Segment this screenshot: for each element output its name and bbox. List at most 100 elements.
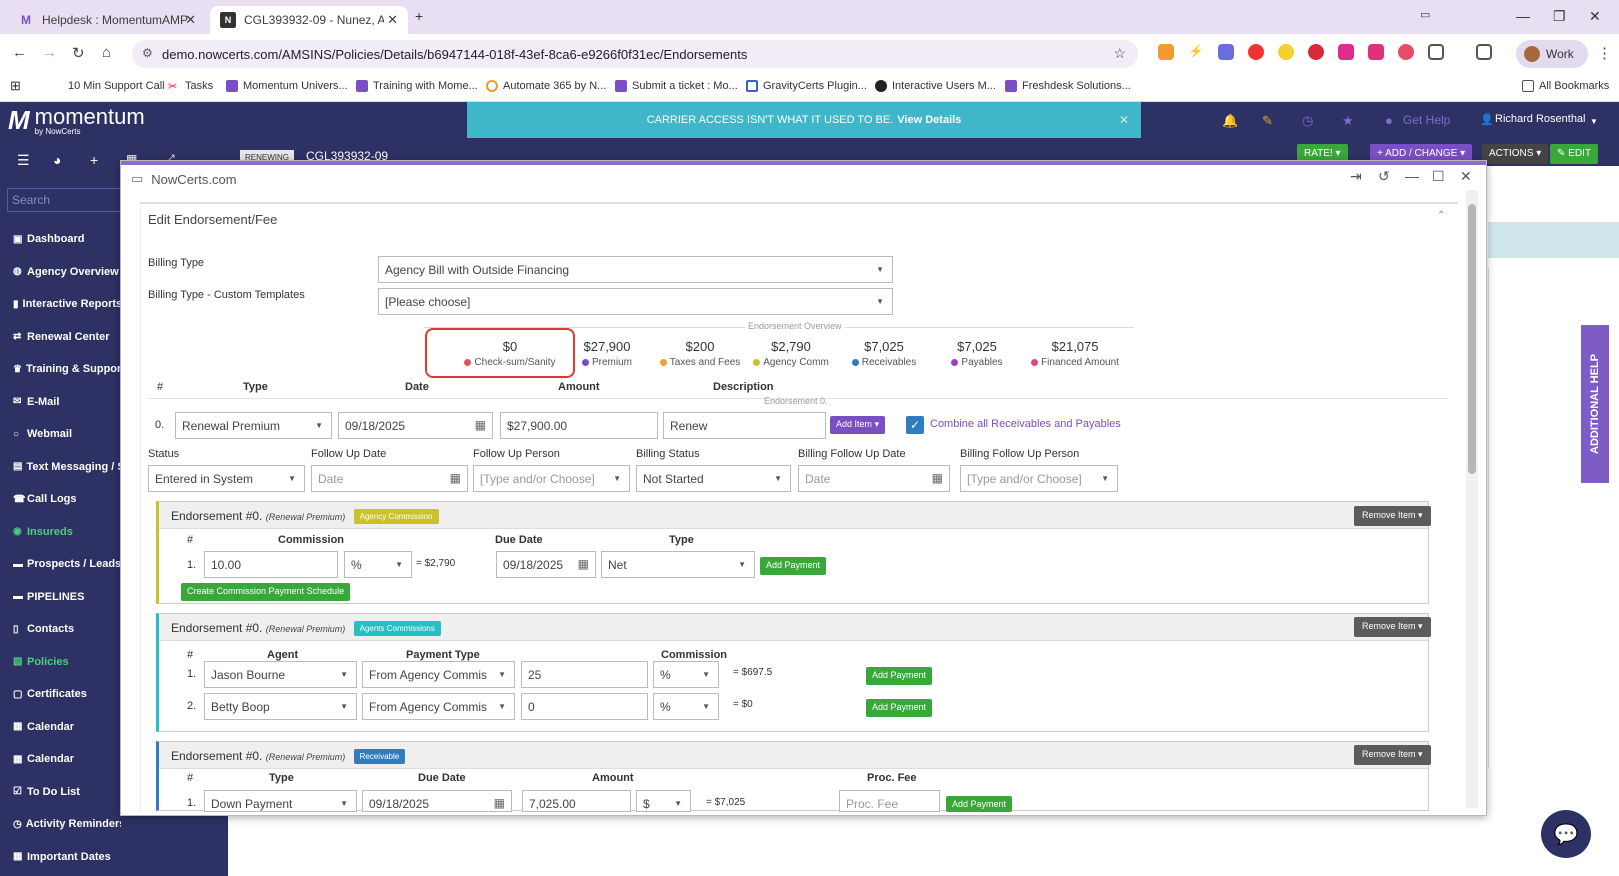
- sidebar-item-renewal-center[interactable]: ⇄ Renewal Center: [13, 331, 121, 343]
- combine-label[interactable]: Combine all Receivables and Payables: [930, 418, 1121, 430]
- user-menu[interactable]: Richard Rosenthal: [1495, 113, 1586, 125]
- extension-icon[interactable]: [1368, 44, 1384, 60]
- pin-icon[interactable]: ⇥: [1350, 168, 1362, 185]
- date-input[interactable]: 09/18/2025 ▦: [338, 412, 493, 439]
- add-item-button[interactable]: Add Item ▾: [830, 416, 886, 434]
- add-payment-button[interactable]: Add Payment: [760, 557, 827, 575]
- window-close-icon[interactable]: ✕: [1589, 8, 1601, 25]
- extension-icon[interactable]: [1278, 44, 1294, 60]
- reload-icon[interactable]: ↻: [72, 44, 85, 62]
- help-icon[interactable]: ●: [1385, 113, 1393, 128]
- home-icon[interactable]: ⌂: [102, 44, 111, 61]
- receivable-due-input[interactable]: 09/18/2025 ▦: [362, 790, 512, 812]
- remove-item-button[interactable]: Remove Item ▾: [1354, 506, 1431, 526]
- bookmark-item[interactable]: Training with Mome...: [356, 80, 478, 92]
- bookmark-item[interactable]: Freshdesk Solutions...: [1005, 80, 1131, 92]
- agent-select[interactable]: Betty Boop ▼: [204, 693, 357, 720]
- create-schedule-button[interactable]: Create Commission Payment Schedule: [181, 583, 351, 601]
- momentum-logo[interactable]: M momentum by NowCerts: [8, 106, 145, 136]
- sidebar-item-important-dates[interactable]: ▦ Important Dates: [13, 851, 121, 863]
- modal-scrollbar[interactable]: [1466, 190, 1478, 808]
- bookmark-star-icon[interactable]: ☆: [1113, 45, 1126, 62]
- additional-help-tab[interactable]: ADDITIONAL HELP: [1581, 325, 1609, 483]
- scrollbar-thumb[interactable]: [1468, 204, 1476, 474]
- chat-icon[interactable]: 💬: [1541, 810, 1591, 858]
- sidebar-item-agency-overview[interactable]: ◍ Agency Overview: [13, 266, 121, 278]
- all-bookmarks[interactable]: All Bookmarks: [1522, 80, 1609, 92]
- banner-close-icon[interactable]: ✕: [1119, 113, 1129, 127]
- sidebar-item-certificates[interactable]: ▢ Certificates: [13, 688, 121, 700]
- bookmark-item[interactable]: Automate 365 by N...: [486, 80, 606, 92]
- extension-icon[interactable]: [1248, 44, 1264, 60]
- site-info-icon[interactable]: ⚙: [142, 46, 153, 60]
- sidebar-search-input[interactable]: Search: [7, 188, 121, 212]
- amount-input[interactable]: $27,900.00: [500, 412, 658, 439]
- close-tab-icon[interactable]: ✕: [387, 12, 398, 28]
- new-tab-icon[interactable]: +: [415, 8, 423, 24]
- tab-search-icon[interactable]: ▭: [1420, 8, 1430, 21]
- sidebar-item-dashboard[interactable]: ▣ Dashboard: [13, 233, 121, 245]
- actions-button[interactable]: ACTIONS ▾: [1482, 144, 1549, 164]
- minimize-icon[interactable]: —: [1405, 168, 1419, 184]
- back-icon[interactable]: ←: [12, 44, 27, 61]
- sidebar-item-webmail[interactable]: ○ Webmail: [13, 428, 121, 440]
- commission-unit-select[interactable]: % ▼: [344, 551, 412, 578]
- billing-followup-date-input[interactable]: Date ▦: [798, 465, 950, 492]
- close-icon[interactable]: ✕: [1460, 168, 1472, 185]
- sidebar-item-e-mail[interactable]: ✉ E-Mail: [13, 396, 121, 408]
- sidebar-item-interactive-reports[interactable]: ▮ Interactive Reports: [13, 298, 121, 310]
- agent-commission-input[interactable]: 0: [521, 693, 648, 720]
- sidebar-item-training-support[interactable]: ♛ Training & Support: [13, 363, 121, 375]
- due-date-input[interactable]: 09/18/2025 ▦: [496, 551, 596, 578]
- bookmark-item[interactable]: GravityCerts Plugin...: [746, 80, 867, 92]
- sidebar-item-policies[interactable]: ▧ Policies: [13, 656, 121, 668]
- sidebar-item-calendar[interactable]: ▦ Calendar: [13, 721, 121, 733]
- restore-icon[interactable]: ❐: [1553, 8, 1566, 25]
- extension-icon[interactable]: [1308, 44, 1324, 60]
- bookmark-item[interactable]: 10 Min Support Call: [68, 80, 165, 92]
- add-payment-button[interactable]: Add Payment: [866, 667, 933, 685]
- billing-templates-select[interactable]: [Please choose] ▼: [378, 288, 893, 315]
- bookmark-item[interactable]: ✂ Tasks: [168, 80, 213, 93]
- followup-person-select[interactable]: [Type and/or Choose] ▼: [473, 465, 630, 492]
- sidebar-item-activity-reminders[interactable]: ◷ Activity Reminders: [13, 818, 121, 830]
- add-payment-button[interactable]: Add Payment: [946, 796, 1013, 812]
- payment-type-select[interactable]: From Agency Commis ▼: [362, 661, 515, 688]
- payment-type-select[interactable]: From Agency Commis ▼: [362, 693, 515, 720]
- sidebar-item-call-logs[interactable]: ☎ Call Logs: [13, 493, 121, 505]
- receivable-type-select[interactable]: Down Payment ▼: [204, 790, 357, 812]
- extension-icon[interactable]: [1338, 44, 1354, 60]
- extension-icon[interactable]: [1158, 44, 1174, 60]
- extension-icon[interactable]: [1398, 44, 1414, 60]
- profile-button[interactable]: Work: [1516, 40, 1588, 68]
- collapse-icon[interactable]: ⌃: [1437, 210, 1445, 221]
- sidebar-item-calendar[interactable]: ▦ Calendar: [13, 753, 121, 765]
- agent-select[interactable]: Jason Bourne ▼: [204, 661, 357, 688]
- extension-icon[interactable]: ⚡: [1188, 44, 1204, 60]
- sidebar-item-prospects-leads[interactable]: ▬ Prospects / Leads: [13, 558, 121, 570]
- followup-date-input[interactable]: Date ▦: [311, 465, 468, 492]
- commission-input[interactable]: 10.00: [204, 551, 338, 578]
- hamburger-icon[interactable]: ☰: [17, 152, 30, 169]
- sidebar-item-contacts[interactable]: ▯ Contacts: [13, 623, 121, 635]
- browser-tab-helpdesk[interactable]: M Helpdesk : MomentumAMP ✕: [8, 6, 206, 34]
- url-field[interactable]: ⚙ demo.nowcerts.com/AMSINS/Policies/Deta…: [132, 40, 1138, 68]
- forward-icon[interactable]: →: [42, 44, 57, 61]
- sidebar-item-insureds[interactable]: ◉ Insureds: [13, 526, 121, 538]
- billing-type-select[interactable]: Agency Bill with Outside Financing ▼: [378, 256, 893, 283]
- star-icon[interactable]: ★: [1342, 113, 1354, 129]
- combine-checkbox[interactable]: ✓: [906, 416, 924, 434]
- agent-commission-unit-select[interactable]: % ▼: [653, 693, 719, 720]
- palette-icon[interactable]: ◕: [53, 152, 61, 168]
- remove-item-button[interactable]: Remove Item ▾: [1354, 617, 1431, 637]
- commission-type-select[interactable]: Net ▼: [601, 551, 755, 578]
- bookmark-item[interactable]: Interactive Users M...: [875, 80, 996, 92]
- maximize-icon[interactable]: ☐: [1432, 168, 1445, 185]
- extension-icon[interactable]: [1218, 44, 1234, 60]
- clock-icon[interactable]: ◷: [1302, 113, 1313, 129]
- sidebar-item-text-messaging-s[interactable]: ▤ Text Messaging / S: [13, 461, 121, 473]
- remove-item-button[interactable]: Remove Item ▾: [1354, 745, 1431, 765]
- agent-commission-unit-select[interactable]: % ▼: [653, 661, 719, 688]
- type-select[interactable]: Renewal Premium ▼: [175, 412, 332, 439]
- extensions-puzzle-icon[interactable]: [1428, 44, 1444, 60]
